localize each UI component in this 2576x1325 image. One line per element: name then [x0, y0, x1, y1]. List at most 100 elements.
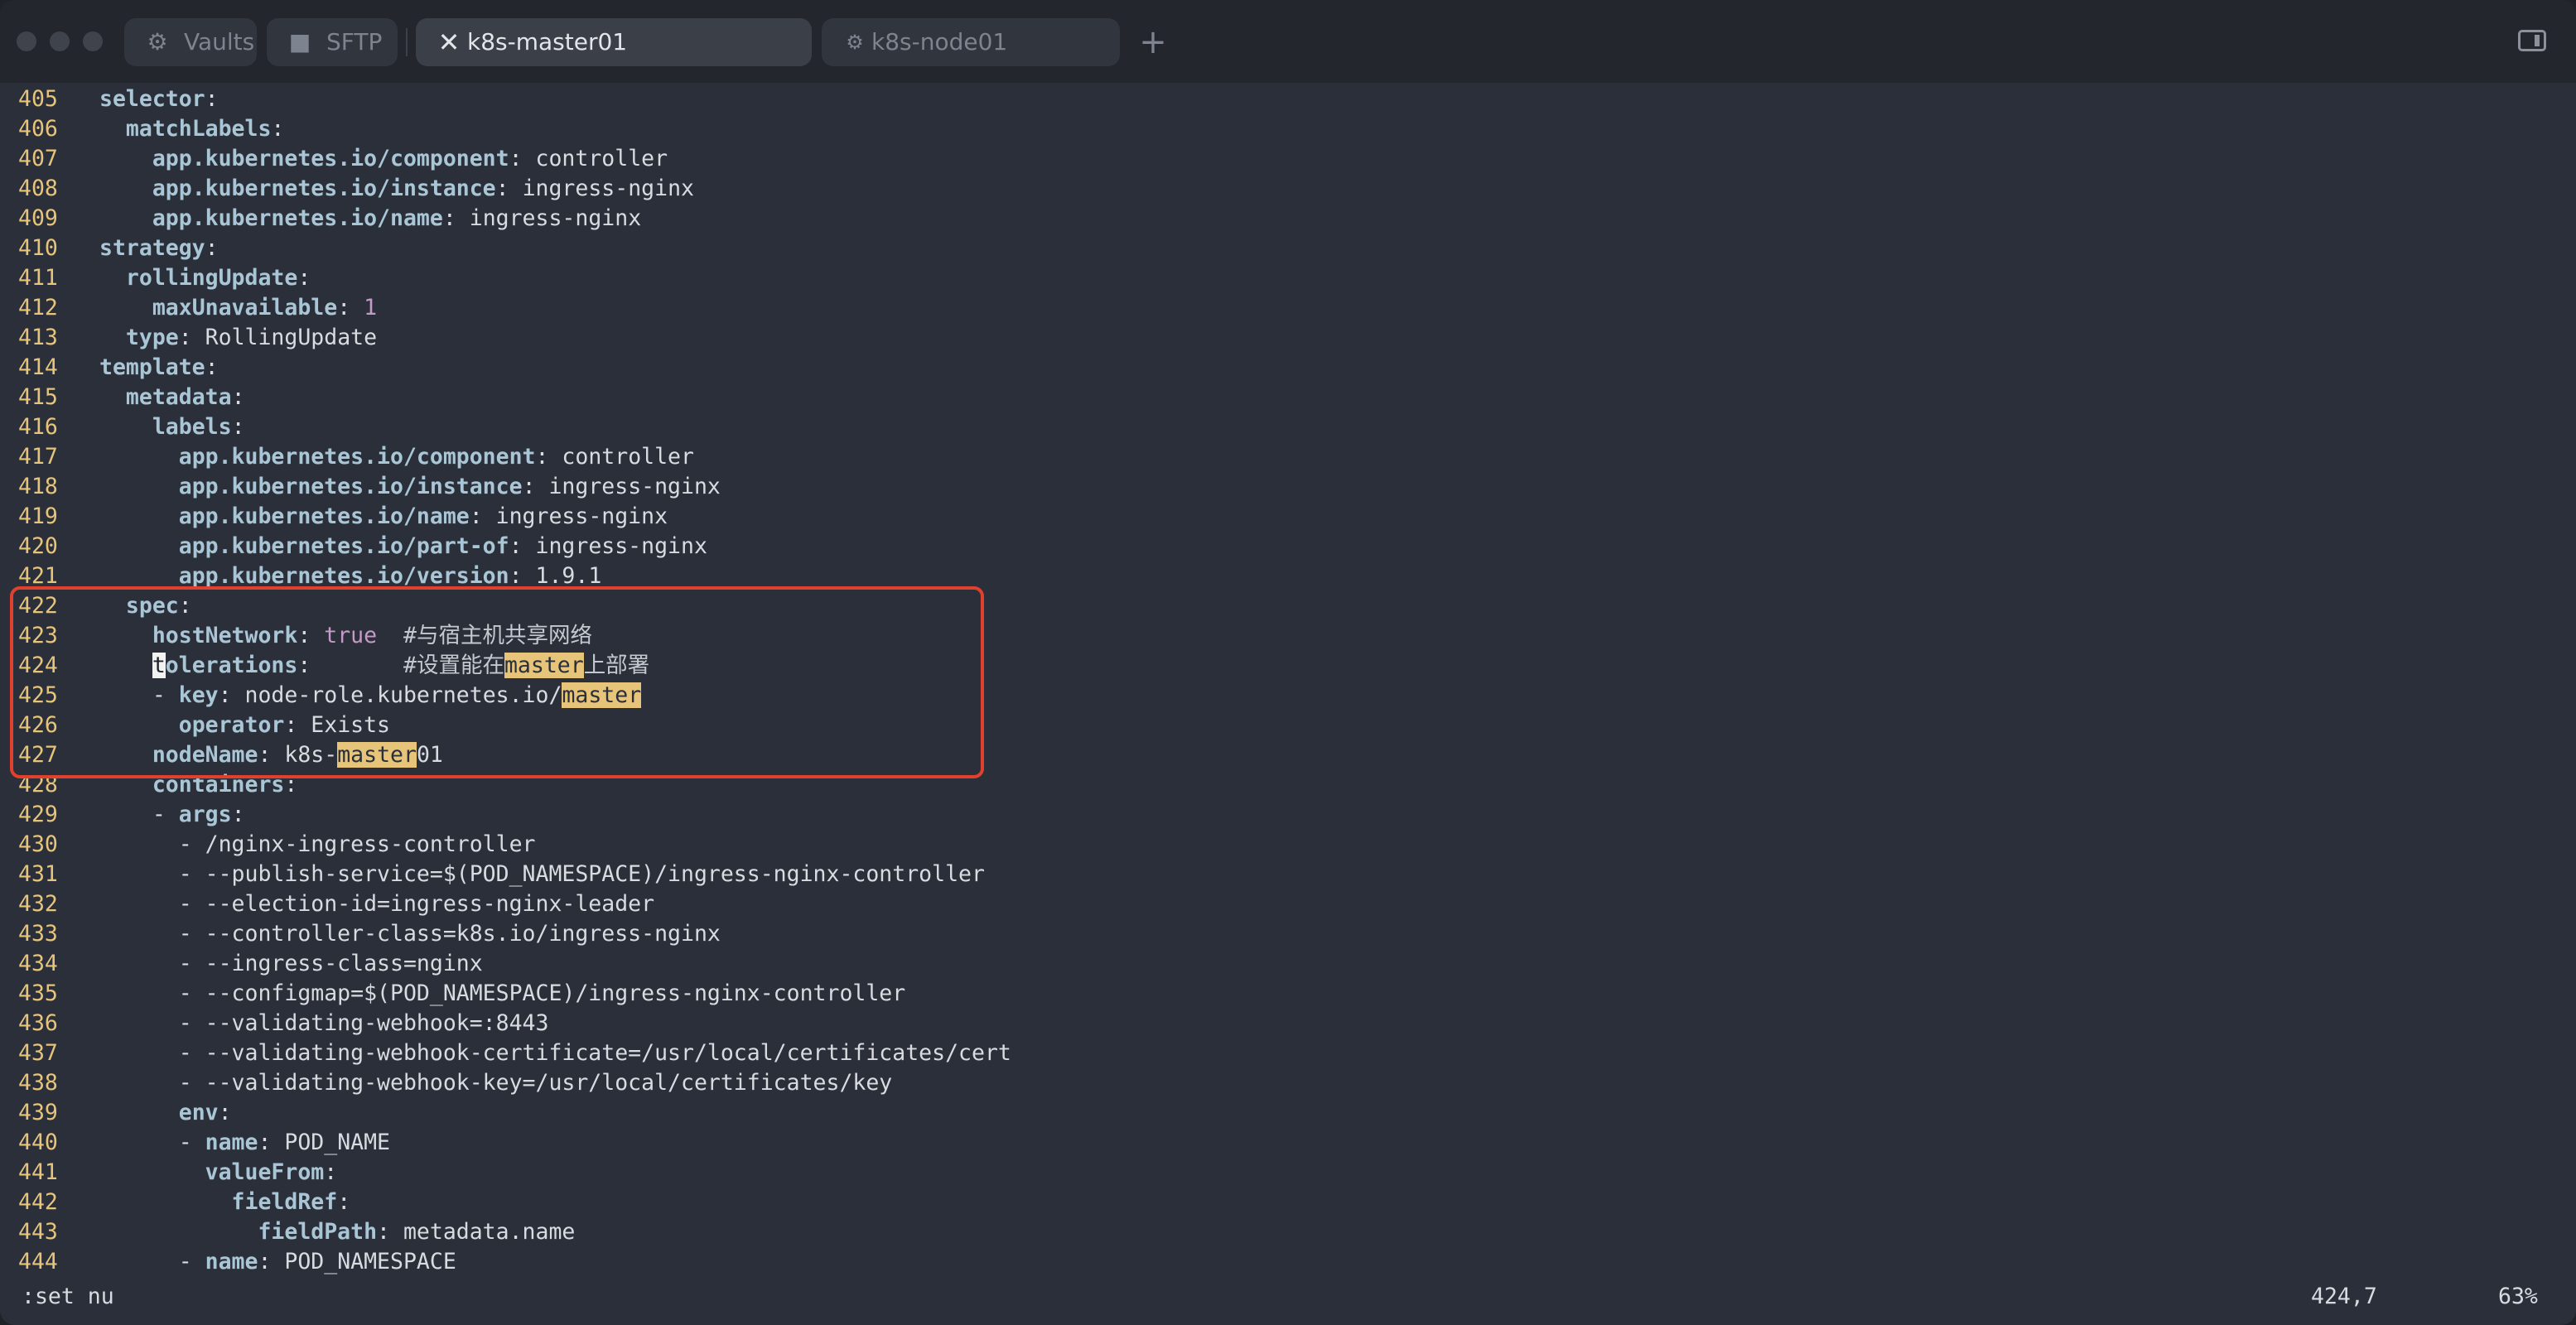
line-number: 438 — [18, 1070, 58, 1096]
folder-icon: ■ — [288, 28, 311, 55]
code-line: 406 matchLabels: — [0, 114, 2576, 144]
code-text: strategy: — [99, 234, 219, 263]
yaml-key: app.kubernetes.io/part-of — [178, 533, 509, 559]
code-line: 413 type: RollingUpdate — [0, 323, 2576, 353]
code-text: type: RollingUpdate — [99, 323, 377, 353]
code-line: 409 app.kubernetes.io/name: ingress-ngin… — [0, 204, 2576, 234]
code-line: 417 app.kubernetes.io/component: control… — [0, 442, 2576, 472]
yaml-text — [99, 563, 179, 589]
code-line: 419 app.kubernetes.io/name: ingress-ngin… — [0, 502, 2576, 532]
line-number: 420 — [18, 533, 58, 559]
line-number: 432 — [18, 891, 58, 917]
tab-label: Vaults — [184, 28, 255, 55]
line-number: 405 — [18, 86, 58, 112]
code-line: 434 - --ingress-class=nginx — [0, 949, 2576, 979]
yaml-key: fieldPath — [258, 1219, 378, 1245]
code-line: 418 app.kubernetes.io/instance: ingress-… — [0, 472, 2576, 502]
yaml-text: - --ingress-class=nginx — [99, 951, 483, 976]
yaml-key: app.kubernetes.io/instance — [178, 474, 523, 499]
yaml-key: app.kubernetes.io/instance — [152, 176, 496, 201]
line-number: 434 — [18, 951, 58, 976]
code-line: 415 metadata: — [0, 383, 2576, 412]
tab-label: k8s-master01 — [467, 28, 628, 55]
yaml-key: rollingUpdate — [125, 265, 298, 291]
code-text: app.kubernetes.io/instance: ingress-ngin… — [99, 174, 694, 204]
code-text: - --controller-class=k8s.io/ingress-ngin… — [99, 919, 721, 949]
yaml-text: : — [271, 116, 285, 142]
yaml-text: : — [231, 802, 245, 827]
vault-icon: ⚙ — [147, 28, 168, 55]
line-number: 435 — [18, 980, 58, 1006]
terminal-window: ⚙ Vaults ■ SFTP ✕ k8s-master01 ⚙ k8s-nod… — [0, 0, 2576, 1325]
tab-label: SFTP — [326, 28, 383, 55]
code-text: - --validating-webhook-key=/usr/local/ce… — [99, 1068, 893, 1098]
yaml-text: : controller — [535, 444, 694, 470]
code-text: - args: — [99, 800, 245, 830]
line-number: 419 — [18, 504, 58, 529]
code-line: 405 selector: — [0, 84, 2576, 114]
yaml-text: : POD_NAMESPACE — [258, 1249, 456, 1274]
yaml-key: fieldRef — [231, 1189, 338, 1215]
gear-icon: ⚙ — [846, 31, 864, 54]
yaml-text — [99, 414, 152, 440]
tab-k8s-node01[interactable]: ⚙ k8s-node01 — [822, 18, 1120, 66]
code-text: env: — [99, 1098, 232, 1128]
code-text: - --configmap=$(POD_NAMESPACE)/ingress-n… — [99, 979, 906, 1009]
code-text: valueFrom: — [99, 1158, 338, 1188]
yaml-key: valueFrom — [205, 1159, 325, 1185]
code-line: 443 fieldPath: metadata.name — [0, 1217, 2576, 1247]
yaml-key: type — [125, 325, 179, 350]
yaml-text: : — [324, 1159, 338, 1185]
command-line[interactable]: :set nu — [22, 1280, 114, 1313]
code-text: labels: — [99, 412, 245, 442]
code-line: 441 valueFrom: — [0, 1158, 2576, 1188]
code-line: 411 rollingUpdate: — [0, 263, 2576, 293]
code-line: 416 labels: — [0, 412, 2576, 442]
zoom-window-button[interactable] — [83, 31, 103, 51]
code-line: 442 fieldRef: — [0, 1188, 2576, 1217]
line-number: 409 — [18, 205, 58, 231]
code-text: template: — [99, 353, 219, 383]
yaml-text — [99, 1100, 179, 1125]
code-text: app.kubernetes.io/component: controller — [99, 144, 668, 174]
yaml-text: - — [99, 802, 179, 827]
code-line: 432 - --election-id=ingress-nginx-leader — [0, 889, 2576, 919]
tab-vaults[interactable]: ⚙ Vaults — [124, 18, 257, 66]
code-text: app.kubernetes.io/name: ingress-nginx — [99, 204, 641, 234]
cursor-position: 424,7 — [2311, 1284, 2377, 1309]
annotation-box — [10, 586, 984, 778]
minimize-window-button[interactable] — [50, 31, 70, 51]
code-line: 444 - name: POD_NAMESPACE — [0, 1247, 2576, 1277]
code-line: 407 app.kubernetes.io/component: control… — [0, 144, 2576, 174]
line-number: 415 — [18, 384, 58, 410]
line-number: 412 — [18, 295, 58, 320]
yaml-key: template — [99, 354, 205, 380]
yaml-text: - --validating-webhook=:8443 — [99, 1010, 549, 1036]
line-number: 410 — [18, 235, 58, 261]
yaml-text: : ingress-nginx — [522, 474, 721, 499]
yaml-text: : — [218, 1100, 232, 1125]
tab-sftp[interactable]: ■ SFTP — [267, 18, 398, 66]
line-number: 443 — [18, 1219, 58, 1245]
line-number: 417 — [18, 444, 58, 470]
yaml-text: : ingress-nginx — [495, 176, 694, 201]
code-text: metadata: — [99, 383, 245, 412]
yaml-text: - --validating-webhook-key=/usr/local/ce… — [99, 1070, 893, 1096]
code-text: - --publish-service=$(POD_NAMESPACE)/ing… — [99, 860, 985, 889]
code-line: 420 app.kubernetes.io/part-of: ingress-n… — [0, 532, 2576, 561]
close-window-button[interactable] — [17, 31, 36, 51]
yaml-text: - --election-id=ingress-nginx-leader — [99, 891, 655, 917]
sidebar-toggle-icon[interactable] — [2518, 30, 2546, 51]
line-number: 406 — [18, 116, 58, 142]
close-icon[interactable]: ✕ — [434, 18, 464, 66]
yaml-text — [99, 1159, 205, 1185]
tab-k8s-master01[interactable]: ✕ k8s-master01 — [416, 18, 812, 66]
yaml-text: - --configmap=$(POD_NAMESPACE)/ingress-n… — [99, 980, 906, 1006]
yaml-text: - — [99, 1130, 205, 1155]
yaml-text: : RollingUpdate — [178, 325, 378, 350]
yaml-text — [99, 444, 179, 470]
new-tab-button[interactable]: + — [1136, 18, 1170, 66]
code-text: selector: — [99, 84, 219, 114]
yaml-key: strategy — [99, 235, 205, 261]
yaml-text — [99, 384, 126, 410]
